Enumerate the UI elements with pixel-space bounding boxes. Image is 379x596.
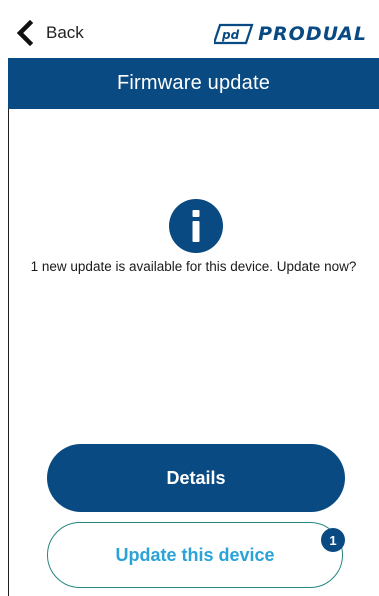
- top-bar: Back pd PRODUAL: [0, 0, 379, 58]
- screen: Back pd PRODUAL Firmware update 1 new up…: [0, 0, 379, 596]
- details-button[interactable]: Details: [47, 444, 345, 512]
- produal-logo-icon: pd: [214, 23, 254, 45]
- update-count-badge: 1: [321, 528, 345, 552]
- back-button[interactable]: Back: [14, 18, 84, 48]
- info-icon: [169, 199, 223, 253]
- page-title: Firmware update: [116, 72, 271, 94]
- back-label: Back: [46, 23, 84, 42]
- brand-name: PRODUAL: [258, 23, 367, 45]
- brand-logo: pd PRODUAL: [214, 20, 367, 48]
- update-message: 1 new update is available for this devic…: [30, 259, 357, 274]
- chevron-left-icon: [16, 20, 34, 46]
- update-device-button[interactable]: Update this device: [47, 522, 343, 588]
- title-bar: Firmware update: [8, 58, 379, 109]
- svg-text:pd: pd: [221, 28, 240, 42]
